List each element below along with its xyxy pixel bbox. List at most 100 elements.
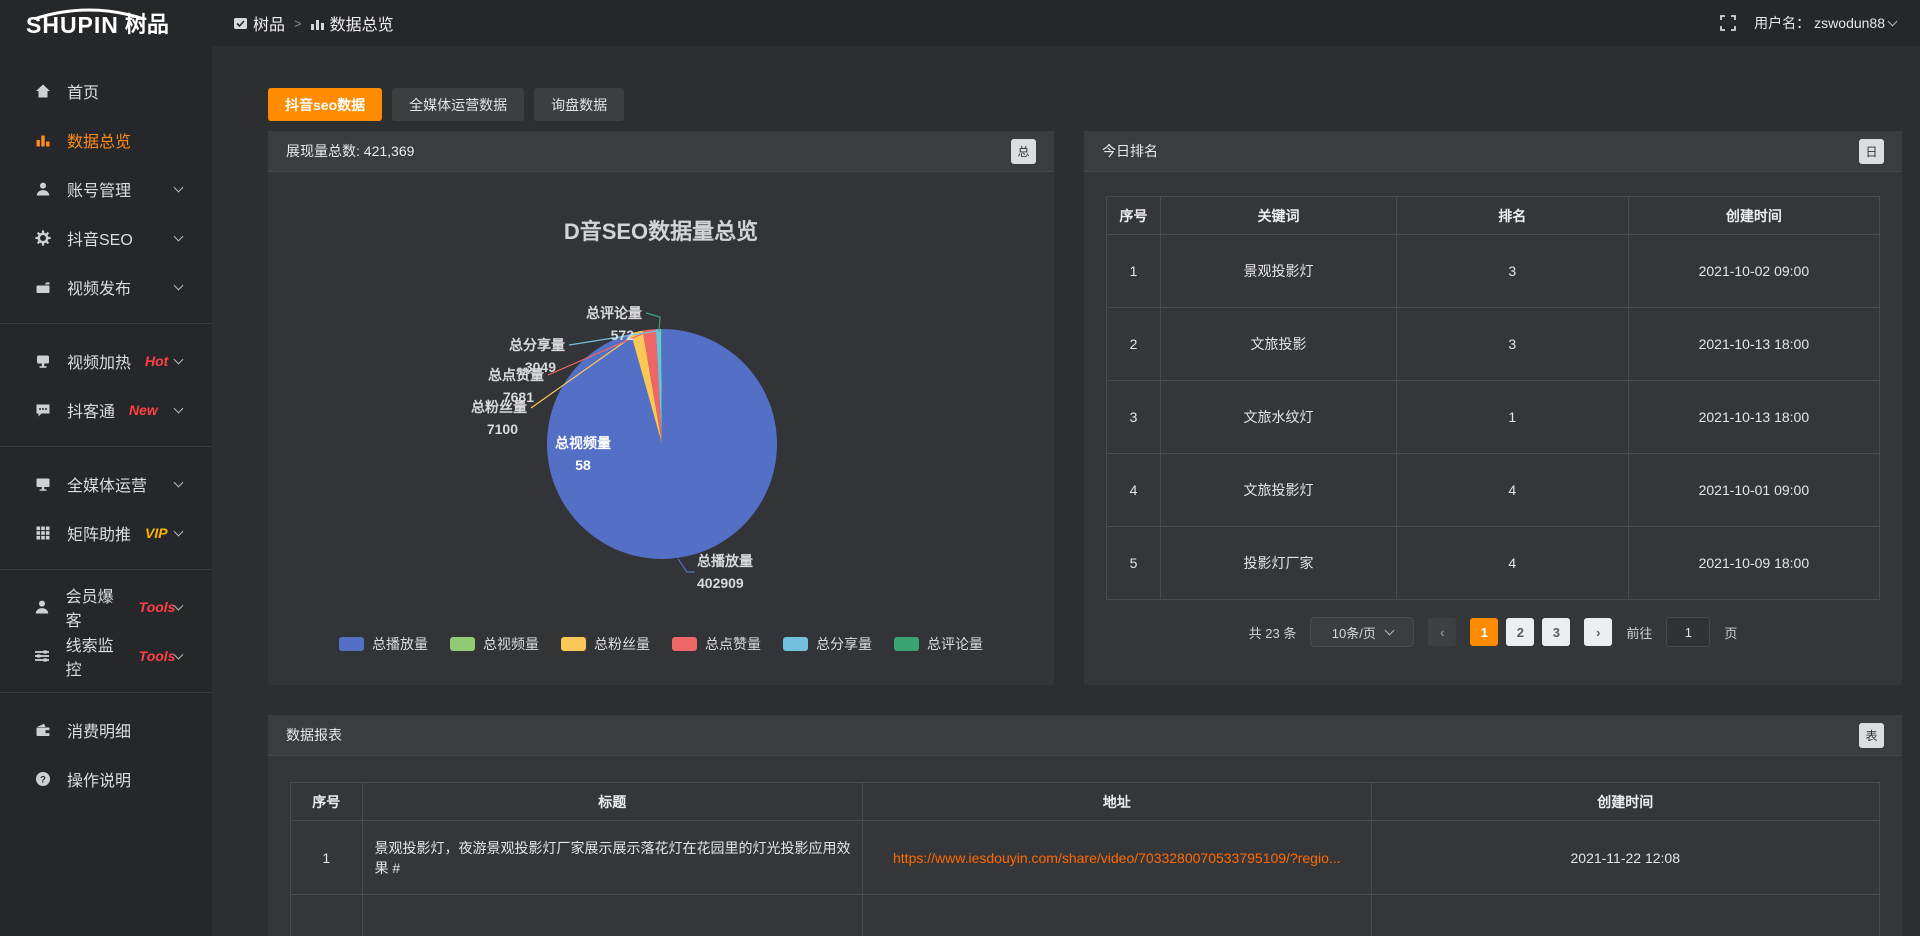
pie-label-value: 572	[611, 327, 635, 343]
sidebar-item-data-overview[interactable]: 数据总览	[0, 115, 212, 164]
total-label: 展现量总数:	[286, 141, 360, 161]
sidebar-item-help[interactable]: ? 操作说明	[0, 754, 212, 803]
legend-swatch	[339, 637, 364, 651]
fullscreen-icon[interactable]	[1720, 15, 1736, 31]
legend-item[interactable]: 总评论量	[894, 634, 983, 654]
pie-chart: D音SEO数据量总览 总评论量 572 总分享量 3049 总点赞量 7681 …	[268, 172, 1054, 684]
chevron-down-icon	[174, 231, 184, 241]
pie-chart-svg[interactable]: 总评论量 572 总分享量 3049 总点赞量 7681 总粉丝量 7100 总…	[268, 172, 1054, 684]
page-size-select[interactable]: 10条/页	[1310, 617, 1414, 647]
chevron-down-icon	[174, 477, 184, 487]
sidebar-item-matrix-boost[interactable]: 矩阵助推 VIP	[0, 508, 212, 557]
sidebar-item-account[interactable]: 账号管理	[0, 164, 212, 213]
next-page-button[interactable]: ›	[1584, 618, 1612, 646]
pie-label-name: 总粉丝量	[471, 399, 527, 415]
col-index: 序号	[291, 783, 363, 821]
tools-badge: Tools	[139, 599, 176, 615]
legend-item[interactable]: 总播放量	[339, 634, 428, 654]
video-link[interactable]: https://www.iesdouyin.com/share/video/70…	[893, 850, 1341, 866]
gear-icon	[34, 230, 52, 246]
video-title: 景观投影灯，夜游景观投影灯厂家展示展示落花灯在花园里的灯光投影应用效果 #	[362, 821, 863, 895]
legend-item[interactable]: 总视频量	[450, 634, 539, 654]
username: zswodun88	[1814, 15, 1885, 31]
breadcrumb-label: 树品	[253, 11, 285, 35]
col-rank: 排名	[1396, 197, 1628, 235]
page-button-2[interactable]: 2	[1506, 618, 1534, 646]
sidebar-item-media-ops[interactable]: 全媒体运营	[0, 459, 212, 508]
goto-label: 前往	[1626, 623, 1652, 642]
col-created: 创建时间	[1628, 197, 1879, 235]
chat-icon	[34, 402, 52, 418]
chevron-down-icon	[1384, 626, 1394, 636]
table-row: 5投影灯厂家42021-10-09 18:00	[1107, 527, 1880, 600]
pie-label-value: 7100	[487, 421, 518, 437]
table-row: 1 景观投影灯，夜游景观投影灯厂家展示展示落花灯在花园里的灯光投影应用效果 # …	[291, 821, 1880, 895]
tab-media-ops[interactable]: 全媒体运营数据	[392, 88, 524, 121]
legend-swatch	[783, 637, 808, 651]
member-icon	[34, 599, 51, 615]
breadcrumb-home[interactable]: 树品	[234, 11, 285, 35]
sidebar-item-spend-detail[interactable]: 消费明细	[0, 705, 212, 754]
page-button-3[interactable]: 3	[1542, 618, 1570, 646]
legend-swatch	[672, 637, 697, 651]
overview-panel-header: 展现量总数: 421,369 总	[268, 131, 1054, 172]
grid-icon	[34, 525, 52, 541]
legend-item[interactable]: 总分享量	[783, 634, 872, 654]
total-view-button[interactable]: 总	[1011, 139, 1036, 164]
sidebar-item-video-heat[interactable]: 视频加热 Hot	[0, 336, 212, 385]
chevron-down-icon	[174, 354, 184, 364]
user-menu[interactable]: 用户名： zswodun88	[1754, 13, 1896, 33]
home-icon	[34, 83, 52, 99]
tools-badge: Tools	[139, 648, 176, 664]
sidebar-item-member-tool[interactable]: 会员爆客 Tools	[0, 582, 212, 631]
col-keyword: 关键词	[1161, 197, 1397, 235]
sidebar-divider	[0, 323, 212, 324]
pie-label-value: 402909	[697, 575, 744, 591]
col-url: 地址	[863, 783, 1371, 821]
prev-page-button[interactable]: ‹	[1428, 618, 1456, 646]
goto-page-input[interactable]	[1666, 617, 1710, 647]
sidebar-item-doketong[interactable]: 抖客通 New	[0, 385, 212, 434]
overview-panel: 展现量总数: 421,369 总 D音SEO数据量总览 总评论量 572 总分享…	[268, 131, 1054, 685]
table-header-row: 序号 关键词 排名 创建时间	[1107, 197, 1880, 235]
sidebar-item-douyin-seo[interactable]: 抖音SEO	[0, 213, 212, 262]
legend-swatch	[894, 637, 919, 651]
sidebar-item-lead-monitor[interactable]: 线索监控 Tools	[0, 631, 212, 680]
breadcrumb-label: 数据总览	[330, 11, 394, 35]
wallet-icon	[34, 722, 52, 738]
breadcrumb-current[interactable]: 数据总览	[311, 11, 394, 35]
sidebar: 首页 数据总览 账号管理 抖音SEO 视频发布 视频加热 Hot	[0, 46, 212, 936]
ranking-table: 序号 关键词 排名 创建时间 1景观投影灯32021-10-02 09:00	[1106, 196, 1880, 600]
monitor-icon	[34, 476, 52, 492]
user-label: 用户名：	[1754, 13, 1810, 33]
legend-item[interactable]: 总点赞量	[672, 634, 761, 654]
day-view-button[interactable]: 日	[1859, 139, 1884, 164]
panel-title: 今日排名	[1102, 141, 1158, 161]
bar-chart-icon	[34, 132, 52, 148]
chart-legend: 总播放量 总视频量 总粉丝量 总点赞量 总分享量 总评论量	[268, 634, 1054, 654]
col-index: 序号	[1107, 197, 1161, 235]
logo: SHUPIN 树品	[0, 7, 212, 39]
tab-bar: 抖音seo数据 全媒体运营数据 询盘数据	[268, 88, 1902, 121]
page-button-1[interactable]: 1	[1470, 618, 1498, 646]
logo-arc-icon	[30, 8, 148, 20]
table-view-button[interactable]: 表	[1859, 723, 1884, 748]
hot-badge: Hot	[145, 353, 168, 369]
report-table: 序号 标题 地址 创建时间 1 景观投影灯，夜游景观投影灯厂家展示展示落花灯在花…	[290, 782, 1880, 936]
chevron-down-icon	[1888, 17, 1898, 27]
sidebar-item-home[interactable]: 首页	[0, 66, 212, 115]
sidebar-divider	[0, 569, 212, 570]
user-icon	[34, 181, 52, 197]
panel-title: 数据报表	[286, 725, 342, 745]
table-row: 1景观投影灯32021-10-02 09:00	[1107, 235, 1880, 308]
top-bar: SHUPIN 树品 树品 > 数据总览 用户名： zswodun88	[0, 0, 1920, 46]
video-publish-icon	[34, 279, 52, 295]
tab-inquiry[interactable]: 询盘数据	[534, 88, 624, 121]
sidebar-item-video-publish[interactable]: 视频发布	[0, 262, 212, 311]
pie-label-name: 总评论量	[586, 305, 642, 321]
tab-douyin-seo[interactable]: 抖音seo数据	[268, 88, 382, 121]
total-value: 421,369	[364, 143, 415, 159]
legend-item[interactable]: 总粉丝量	[561, 634, 650, 654]
vip-badge: VIP	[145, 525, 168, 541]
chevron-down-icon	[174, 403, 184, 413]
